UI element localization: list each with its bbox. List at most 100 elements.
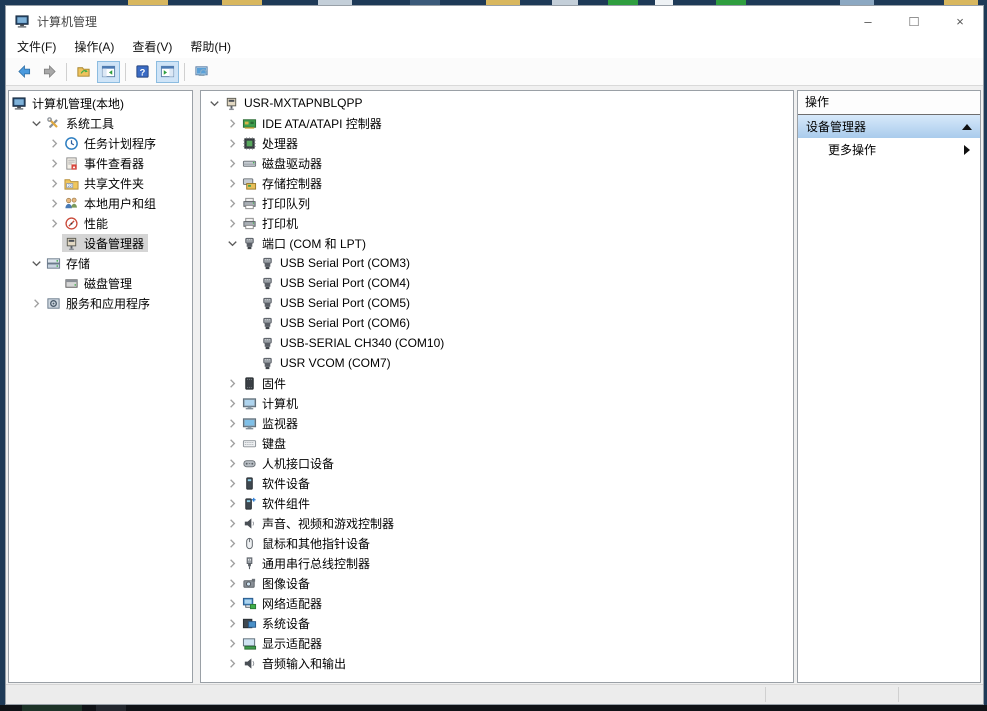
chevron-down-icon[interactable] <box>224 235 240 251</box>
tree-node[interactable]: 存储控制器 <box>240 174 326 192</box>
device-node-printers[interactable]: 打印机 <box>201 213 793 233</box>
chevron-right-icon[interactable] <box>46 135 62 151</box>
tree-node[interactable]: USB Serial Port (COM6) <box>258 314 414 332</box>
tree-node[interactable]: USB Serial Port (COM4) <box>258 274 414 292</box>
tree-node[interactable]: 软件组件 <box>240 494 314 512</box>
chevron-right-icon[interactable] <box>224 555 240 571</box>
tree-node[interactable]: 端口 (COM 和 LPT) <box>240 234 370 252</box>
tree-node[interactable]: 事件查看器 <box>62 154 148 172</box>
sidebar-item-device-manager[interactable]: 设备管理器 <box>9 233 192 253</box>
console-tree-toggle-button[interactable] <box>97 60 120 83</box>
forward-button[interactable] <box>38 61 61 83</box>
tree-node[interactable]: 系统工具 <box>44 114 118 132</box>
device-node-com4[interactable]: USB Serial Port (COM4) <box>201 273 793 293</box>
tree-node[interactable]: 鼠标和其他指针设备 <box>240 534 374 552</box>
tree-node[interactable]: 软件设备 <box>240 474 314 492</box>
sidebar-item-storage[interactable]: 存储 <box>9 253 192 273</box>
sidebar-item-services-applications[interactable]: 服务和应用程序 <box>9 293 192 313</box>
chevron-right-icon[interactable] <box>224 435 240 451</box>
chevron-right-icon[interactable] <box>224 615 240 631</box>
tree-node[interactable]: 磁盘管理 <box>62 274 136 292</box>
tree-node[interactable]: 固件 <box>240 374 290 392</box>
popup-window-button[interactable] <box>190 61 213 83</box>
device-node-usb-controllers[interactable]: 通用串行总线控制器 <box>201 553 793 573</box>
tree-node[interactable]: 系统设备 <box>240 614 314 632</box>
device-node-com6[interactable]: USB Serial Port (COM6) <box>201 313 793 333</box>
device-node-audio-io[interactable]: 音频输入和输出 <box>201 653 793 673</box>
chevron-right-icon[interactable] <box>224 375 240 391</box>
chevron-right-icon[interactable] <box>46 155 62 171</box>
device-node-disk-drives[interactable]: 磁盘驱动器 <box>201 153 793 173</box>
device-node-monitors[interactable]: 监视器 <box>201 413 793 433</box>
action-pane-group-device-manager[interactable]: 设备管理器 <box>798 115 980 138</box>
tree-node[interactable]: 打印队列 <box>240 194 314 212</box>
device-node-com3[interactable]: USB Serial Port (COM3) <box>201 253 793 273</box>
back-button[interactable] <box>13 61 36 83</box>
tree-node[interactable]: 处理器 <box>240 134 302 152</box>
chevron-down-icon[interactable] <box>28 255 44 271</box>
device-node-software-devices[interactable]: 软件设备 <box>201 473 793 493</box>
menu-view[interactable]: 查看(V) <box>123 36 181 58</box>
chevron-right-icon[interactable] <box>224 215 240 231</box>
tree-node[interactable]: USR VCOM (COM7) <box>258 354 395 372</box>
chevron-right-icon[interactable] <box>224 655 240 671</box>
device-node-ide-controllers[interactable]: IDE ATA/ATAPI 控制器 <box>201 113 793 133</box>
chevron-right-icon[interactable] <box>224 495 240 511</box>
chevron-right-icon[interactable] <box>224 155 240 171</box>
device-node-sound-video-game[interactable]: 声音、视频和游戏控制器 <box>201 513 793 533</box>
device-node-com10-ch340[interactable]: USB-SERIAL CH340 (COM10) <box>201 333 793 353</box>
chevron-right-icon[interactable] <box>46 175 62 191</box>
tree-node[interactable]: 键盘 <box>240 434 290 452</box>
tree-node[interactable]: USR-MXTAPNBLQPP <box>222 94 366 112</box>
menu-action[interactable]: 操作(A) <box>65 36 123 58</box>
chevron-right-icon[interactable] <box>46 195 62 211</box>
sidebar-item-disk-management[interactable]: 磁盘管理 <box>9 273 192 293</box>
device-node-ports-com-lpt[interactable]: 端口 (COM 和 LPT) <box>201 233 793 253</box>
chevron-right-icon[interactable] <box>46 215 62 231</box>
tree-node[interactable]: 磁盘驱动器 <box>240 154 326 172</box>
chevron-down-icon[interactable] <box>28 115 44 131</box>
close-button[interactable]: × <box>937 6 983 36</box>
device-node-display-adapters[interactable]: 显示适配器 <box>201 633 793 653</box>
device-node-network-adapters[interactable]: 网络适配器 <box>201 593 793 613</box>
tree-node[interactable]: 声音、视频和游戏控制器 <box>240 514 398 532</box>
tree-node[interactable]: 显示适配器 <box>240 634 326 652</box>
chevron-right-icon[interactable] <box>224 415 240 431</box>
chevron-right-icon[interactable] <box>224 475 240 491</box>
action-pane-toggle-button[interactable] <box>156 60 179 83</box>
device-node-com7-usr-vcom[interactable]: USR VCOM (COM7) <box>201 353 793 373</box>
device-node-processors[interactable]: 处理器 <box>201 133 793 153</box>
device-node-keyboards[interactable]: 键盘 <box>201 433 793 453</box>
chevron-right-icon[interactable] <box>224 515 240 531</box>
device-node-system-devices[interactable]: 系统设备 <box>201 613 793 633</box>
minimize-button[interactable]: – <box>845 6 891 36</box>
chevron-right-icon[interactable] <box>224 175 240 191</box>
sidebar-item-performance[interactable]: 性能 <box>9 213 192 233</box>
chevron-right-icon[interactable] <box>28 295 44 311</box>
sidebar-item-computer-management-local[interactable]: 计算机管理(本地) <box>9 93 192 113</box>
chevron-down-icon[interactable] <box>206 95 222 111</box>
tree-node[interactable]: 服务和应用程序 <box>44 294 154 312</box>
tree-node[interactable]: 存储 <box>44 254 94 272</box>
device-node-hid-devices[interactable]: 人机接口设备 <box>201 453 793 473</box>
chevron-right-icon[interactable] <box>224 195 240 211</box>
tree-node[interactable]: 监视器 <box>240 414 302 432</box>
more-actions-item[interactable]: 更多操作 <box>798 138 980 161</box>
tree-node[interactable]: 图像设备 <box>240 574 314 592</box>
device-node-mice-pointing[interactable]: 鼠标和其他指针设备 <box>201 533 793 553</box>
tree-node[interactable]: 人机接口设备 <box>240 454 338 472</box>
tree-node[interactable]: 22 共享文件夹 <box>62 174 148 192</box>
tree-node[interactable]: 任务计划程序 <box>62 134 160 152</box>
device-node-storage-controllers[interactable]: 存储控制器 <box>201 173 793 193</box>
chevron-right-icon[interactable] <box>224 135 240 151</box>
device-node-print-queues[interactable]: 打印队列 <box>201 193 793 213</box>
menu-help[interactable]: 帮助(H) <box>181 36 240 58</box>
chevron-right-icon[interactable] <box>224 115 240 131</box>
tree-node[interactable]: IDE ATA/ATAPI 控制器 <box>240 114 386 132</box>
sidebar-item-shared-folders[interactable]: 22 共享文件夹 <box>9 173 192 193</box>
chevron-right-icon[interactable] <box>224 395 240 411</box>
chevron-right-icon[interactable] <box>224 455 240 471</box>
tree-node[interactable]: USB Serial Port (COM3) <box>258 254 414 272</box>
device-node-firmware[interactable]: 固件 <box>201 373 793 393</box>
tree-node[interactable]: 通用串行总线控制器 <box>240 554 374 572</box>
